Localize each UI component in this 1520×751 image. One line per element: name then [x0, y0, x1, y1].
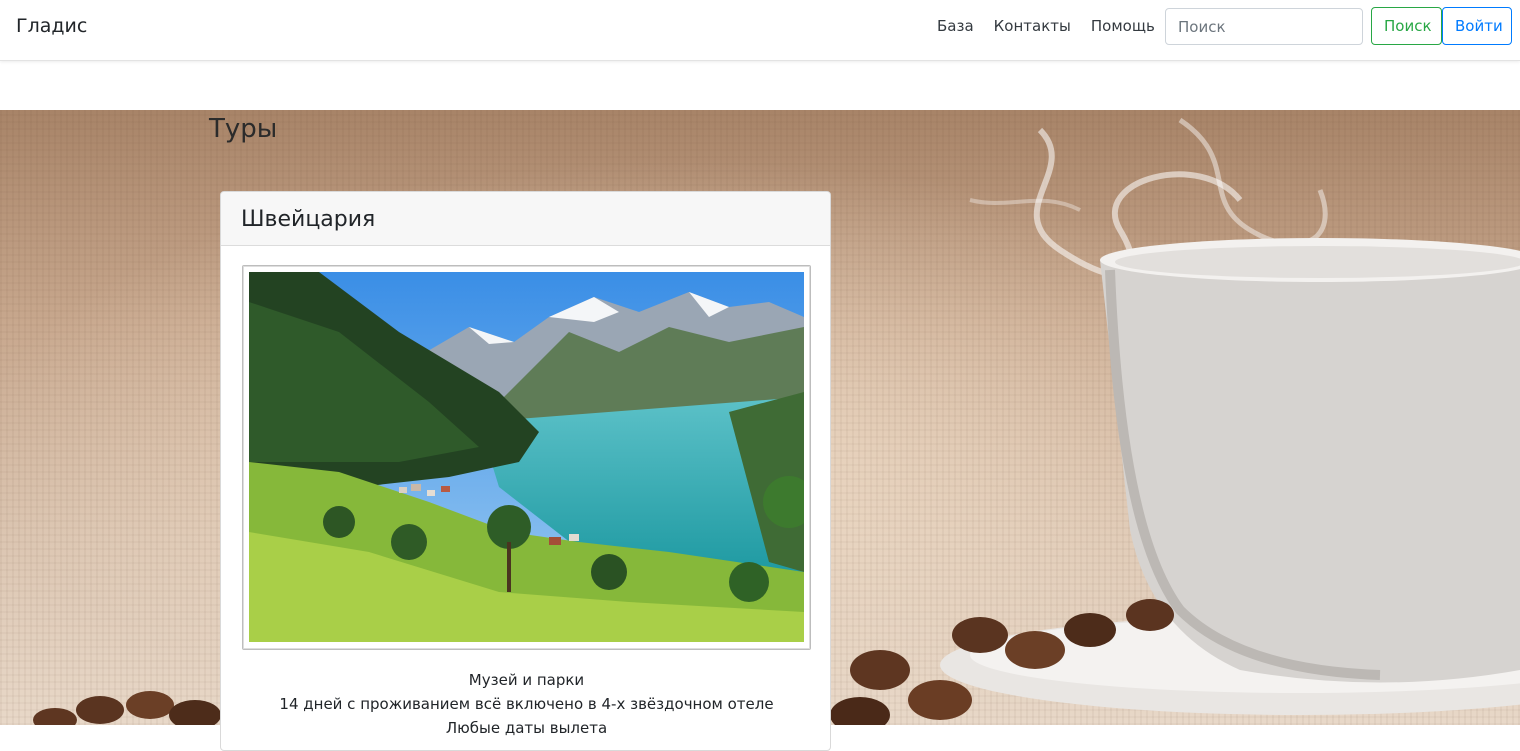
tour-card: Швейцария Музей и парки 14 дней с прожив… — [220, 191, 831, 751]
tour-description-line: Музей и парки — [468, 671, 585, 689]
top-navbar: Гладис База Контакты Помощь Поиск Войти — [0, 0, 1520, 61]
search-input[interactable] — [1165, 8, 1363, 45]
coffee-cup-illustration — [830, 117, 1520, 725]
tour-card-title: Швейцария — [241, 207, 376, 232]
tour-description-line: Любые даты вылета — [445, 719, 608, 737]
tour-card-header: Швейцария — [221, 192, 830, 246]
tour-description-line: 14 дней с проживанием всё включено в 4-х… — [279, 695, 774, 713]
search-button[interactable]: Поиск — [1371, 7, 1442, 45]
nav-link-base[interactable]: База — [927, 17, 984, 35]
tour-image-frame — [242, 265, 811, 650]
mountain-lake-image — [249, 272, 804, 642]
login-button[interactable]: Войти — [1442, 7, 1512, 45]
coffee-beans-decoration — [33, 691, 221, 725]
tour-description: Музей и парки 14 дней с проживанием всё … — [221, 668, 830, 740]
nav-links: База Контакты Помощь — [927, 17, 1165, 35]
brand-link[interactable]: Гладис — [16, 15, 87, 37]
page-title: Туры — [209, 114, 278, 144]
nav-link-help[interactable]: Помощь — [1081, 17, 1165, 35]
nav-link-contacts[interactable]: Контакты — [984, 17, 1081, 35]
